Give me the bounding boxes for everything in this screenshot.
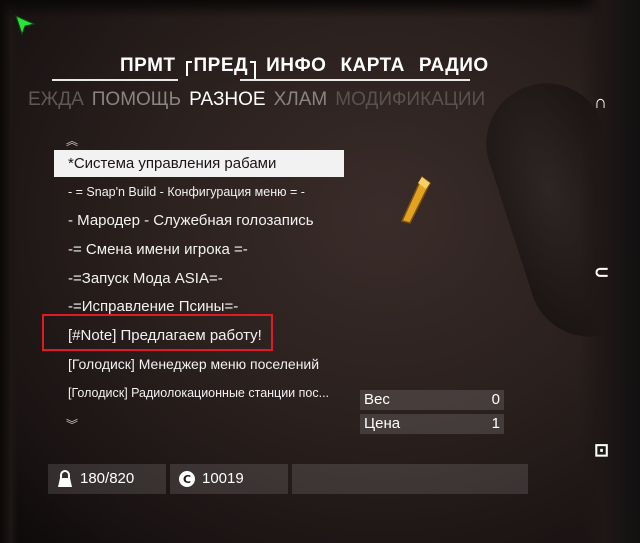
right-control-icon-top[interactable]: ∩: [594, 92, 607, 113]
bottom-bar: 180/820 C 10019: [48, 464, 528, 494]
list-item[interactable]: [Голодиск] Радиолокационные станции пос.…: [62, 380, 352, 407]
item-stats: Вес 0 Цена 1: [360, 390, 504, 438]
list-item[interactable]: -= Смена имени игрока =-: [62, 236, 352, 263]
right-control-icon-bottom[interactable]: ⊡: [594, 440, 609, 461]
tab-map[interactable]: КАРТА: [340, 55, 404, 81]
item-list: *Система управления рабами - = Snap'n Bu…: [54, 150, 352, 408]
tab-radio[interactable]: РАДИО: [419, 55, 489, 81]
carry-weight: 180/820: [48, 464, 166, 494]
carry-weight-text: 180/820: [80, 470, 135, 487]
bottlecap-icon: C: [179, 471, 195, 487]
stat-weight: Вес 0: [360, 390, 504, 410]
holotape-item-icon: [400, 175, 431, 224]
top-tabs: ПРМТ ПРЕД ИНФО КАРТА РАДИО: [120, 55, 489, 81]
bezel-top: [0, 0, 640, 18]
sub-tabs: ЕЖДА ПОМОЩЬ РАЗНОЕ ХЛАМ МОДИФИКАЦИИ: [28, 89, 485, 111]
caps-count: C 10019: [170, 464, 288, 494]
bezel-right: [580, 0, 640, 543]
stat-value: Цена 1: [360, 414, 504, 434]
right-control-icon-middle[interactable]: ⊂: [594, 262, 609, 283]
weight-icon: [58, 470, 72, 487]
list-item[interactable]: -=Запуск Мода ASIA=-: [62, 265, 352, 292]
subtab-mods[interactable]: МОДИФИКАЦИИ: [335, 89, 485, 111]
caps-text: 10019: [202, 470, 244, 487]
list-item[interactable]: *Система управления рабами: [54, 150, 344, 177]
scroll-down-icon[interactable]: ︾: [66, 416, 78, 433]
list-item[interactable]: - Мародер - Служебная голозапись: [62, 207, 352, 234]
scroll-up-icon[interactable]: ︽: [66, 132, 78, 149]
list-item[interactable]: [Голодиск] Менеджер меню поселений: [62, 351, 352, 378]
svg-text:C: C: [183, 473, 191, 486]
highlight-box: [42, 314, 273, 351]
list-item[interactable]: - = Snap'n Build - Конфигурация меню = -: [62, 179, 352, 206]
tab-underline-gap: [178, 76, 240, 82]
weight-label: Вес: [364, 391, 390, 408]
tab-stat[interactable]: ПРМТ: [120, 55, 176, 81]
value-label: Цена: [364, 415, 401, 432]
subtab-junk[interactable]: ХЛАМ: [274, 89, 328, 111]
tab-data[interactable]: ИНФО: [266, 55, 326, 81]
subtab-apparel[interactable]: ЕЖДА: [28, 89, 84, 111]
bottom-empty-cell: [292, 464, 528, 494]
subtab-misc[interactable]: РАЗНОЕ: [189, 89, 266, 111]
value-value: 1: [491, 415, 500, 432]
bezel-left: [0, 0, 18, 543]
tab-underline: [52, 79, 470, 81]
mouse-cursor-icon: [15, 15, 36, 36]
weight-value: 0: [491, 391, 500, 408]
subtab-aid[interactable]: ПОМОЩЬ: [92, 89, 181, 111]
